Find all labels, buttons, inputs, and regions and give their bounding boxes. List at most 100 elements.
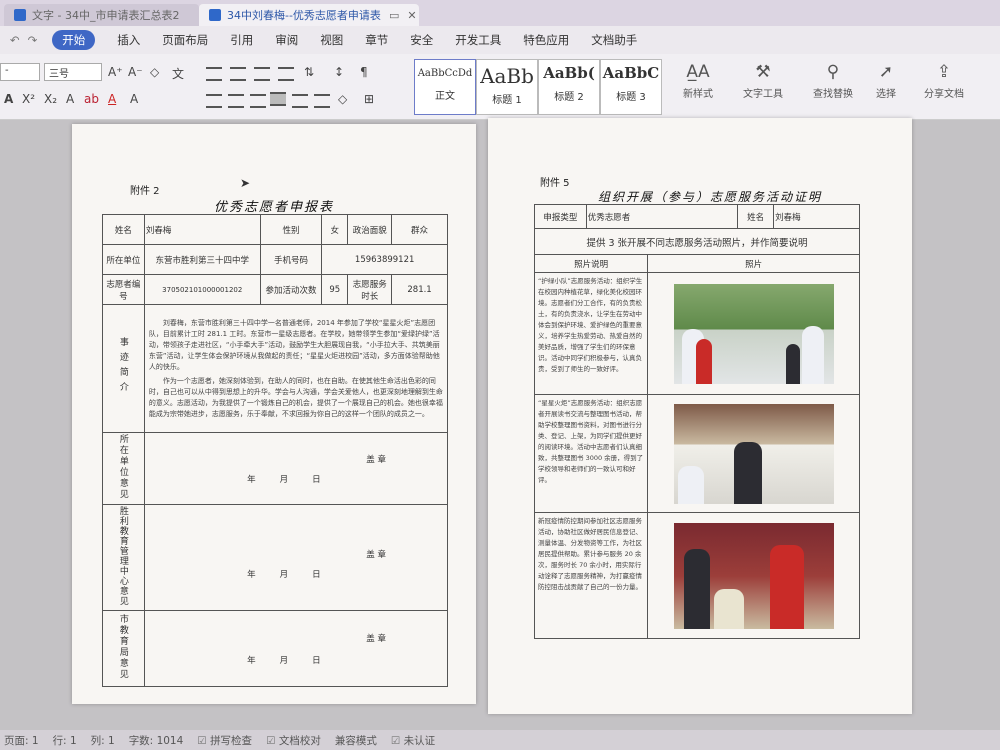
menu-dev-tools[interactable]: 开发工具: [455, 32, 501, 48]
tab-current-doc[interactable]: 34中刘春梅--优秀志愿者申请表 ▭ ✕: [199, 4, 419, 26]
bold-icon[interactable]: A: [4, 92, 13, 106]
show-marks-icon[interactable]: ¶: [360, 65, 368, 79]
menu-doc-assistant[interactable]: 文档助手: [591, 32, 637, 48]
status-col: 列: 1: [90, 734, 115, 747]
distributed-icon[interactable]: [292, 94, 308, 108]
superscript-icon[interactable]: X²: [22, 92, 35, 106]
unit-opinion-cell[interactable]: 盖 章 年月日: [143, 432, 449, 505]
photo-desc-3[interactable]: 新冠疫情防控期间参加社区志愿服务活动，协助社区做好居民信息登记、测量体温、分发物…: [533, 512, 649, 639]
char-shading-icon[interactable]: A: [130, 92, 138, 106]
shrink-font-icon[interactable]: A⁻: [128, 65, 143, 79]
font-color-icon[interactable]: A: [108, 92, 116, 106]
bullets-icon[interactable]: [206, 67, 222, 81]
politics-value[interactable]: 群众: [391, 214, 448, 245]
pinyin-icon[interactable]: 文: [172, 65, 184, 82]
grow-font-icon[interactable]: A⁺: [108, 65, 123, 79]
page-left[interactable]: 附件 2 优秀志愿者申报表 ➤ 姓名 刘春梅 性别 女 政治面貌 群众 所在单位…: [72, 124, 476, 704]
decrease-indent-icon[interactable]: [254, 67, 270, 81]
share-doc-button[interactable]: ⇪ 分享文档: [916, 62, 972, 100]
gender-value[interactable]: 女: [321, 214, 349, 245]
date-text: 年月日: [247, 569, 345, 580]
style-normal[interactable]: AaBbCcDd 正文: [414, 59, 476, 115]
photo-desc-2[interactable]: “星星火炬”志愿服务活动：组织志愿者开展读书交流与整理图书活动，帮助学校整理图书…: [533, 394, 649, 513]
menu-start[interactable]: 开始: [52, 30, 96, 50]
menu-reference[interactable]: 引用: [230, 32, 253, 48]
tab-close-icon[interactable]: ✕: [407, 9, 416, 22]
volunteer-id-value[interactable]: 370502101000001202: [143, 274, 261, 305]
menu-layout[interactable]: 页面布局: [162, 32, 208, 48]
tab-window-icon[interactable]: ▭: [389, 9, 399, 22]
photo-books[interactable]: [673, 403, 834, 504]
borders-icon[interactable]: ⊞: [364, 92, 374, 106]
find-replace-button[interactable]: ⚲ 查找替换: [804, 62, 862, 100]
font-name-select[interactable]: -: [0, 63, 40, 81]
select-button[interactable]: ➚ 选择: [866, 62, 906, 100]
tab-summary-doc[interactable]: 文字 - 34中_市申请表汇总表2: [4, 4, 199, 26]
photo-cell-1[interactable]: [647, 272, 860, 395]
name-value[interactable]: 刘春梅: [143, 214, 261, 245]
align-right-icon[interactable]: [250, 94, 266, 108]
certification-status[interactable]: 未认证: [391, 733, 436, 748]
document-icon: [14, 9, 26, 21]
menu-undo-icon[interactable]: ↶: [10, 33, 20, 47]
new-style-button[interactable]: A̲A 新样式: [672, 62, 724, 100]
increase-indent-icon[interactable]: [278, 67, 294, 81]
text-tools-button[interactable]: ⚒ 文字工具: [734, 62, 792, 100]
phone-value[interactable]: 15963899121: [321, 244, 448, 275]
photo-cell-2[interactable]: [647, 394, 860, 513]
bio-text[interactable]: 刘春梅，东营市胜利第三十四中学一名普通老师，2014 年参加了学校“星星火炬”志…: [143, 304, 449, 433]
document-workspace[interactable]: 附件 2 优秀志愿者申报表 ➤ 姓名 刘春梅 性别 女 政治面貌 群众 所在单位…: [0, 118, 1000, 730]
photo-desc-1[interactable]: “护绿小队”志愿服务活动：组织学生在校园内种植花草，绿化美化校园环境。志愿者们分…: [533, 272, 649, 395]
cursor-icon: ➚: [878, 62, 894, 82]
photo-community[interactable]: [673, 522, 834, 629]
style-heading-2[interactable]: AaBb( 标题 2: [538, 59, 600, 115]
activity-count-value[interactable]: 95: [321, 274, 349, 305]
photo-planting[interactable]: [673, 283, 834, 384]
menu-redo-icon[interactable]: ↷: [28, 33, 38, 47]
status-page[interactable]: 页面: 1: [4, 733, 39, 748]
style-heading-3[interactable]: AaBbC 标题 3: [600, 59, 662, 115]
menu-view[interactable]: 视图: [320, 32, 343, 48]
politics-label: 政治面貌: [347, 214, 393, 245]
seal-text: 盖 章: [366, 633, 386, 644]
name-label: 姓名: [102, 214, 145, 245]
menu-insert[interactable]: 插入: [117, 32, 140, 48]
edu-opinion-label: 胜利教育管理中心意见: [117, 506, 128, 606]
mouse-cursor-icon: ➤: [240, 176, 251, 190]
para-sort-icon[interactable]: ↕: [334, 65, 344, 79]
compat-mode: 兼容模式: [334, 734, 377, 747]
menu-features[interactable]: 特色应用: [523, 32, 569, 48]
style-heading-1[interactable]: AaBb 标题 1: [476, 59, 538, 115]
style-label: 标题 1: [492, 95, 522, 106]
align-justify-icon[interactable]: [270, 92, 286, 106]
type-value[interactable]: 优秀志愿者: [585, 204, 739, 229]
menu-section[interactable]: 章节: [365, 32, 388, 48]
align-left-icon[interactable]: [206, 94, 222, 108]
name-value[interactable]: 刘春梅: [773, 204, 860, 229]
photo-cell-3[interactable]: [647, 512, 860, 639]
text-direction-icon[interactable]: ⇅: [304, 65, 314, 79]
style-label: 正文: [435, 91, 455, 102]
unit-value[interactable]: 东营市胜利第三十四中学: [143, 244, 261, 275]
subscript-icon[interactable]: X₂: [44, 92, 57, 106]
highlight-icon[interactable]: ab: [84, 92, 99, 106]
city-opinion-cell[interactable]: 盖 章 年月日: [143, 610, 449, 687]
menu-review[interactable]: 审阅: [275, 32, 298, 48]
align-center-icon[interactable]: [228, 94, 244, 108]
service-hours-value[interactable]: 281.1: [391, 274, 448, 305]
application-form: 姓名 刘春梅 性别 女 政治面貌 群众 所在单位 东营市胜利第三十四中学 手机号…: [102, 214, 449, 687]
seal-text: 盖 章: [366, 454, 386, 465]
page-right[interactable]: 附件 5 组织开展（参与）志愿服务活动证明 申报类型 优秀志愿者 姓名 刘春梅 …: [488, 118, 912, 714]
form-title: 优秀志愿者申报表: [214, 200, 335, 215]
shading-icon[interactable]: ◇: [338, 92, 347, 106]
text-effect-icon[interactable]: A: [66, 92, 74, 106]
status-word-count[interactable]: 字数: 1014: [129, 733, 184, 748]
doc-proof-toggle[interactable]: 文档校对: [266, 733, 321, 748]
menu-security[interactable]: 安全: [410, 32, 433, 48]
spell-check-toggle[interactable]: 拼写检查: [197, 733, 252, 748]
clear-format-icon[interactable]: ◇: [150, 65, 159, 79]
edu-opinion-cell[interactable]: 盖 章 年月日: [143, 504, 449, 611]
line-spacing-icon[interactable]: [314, 94, 330, 108]
font-size-select[interactable]: 三号: [44, 63, 102, 81]
numbering-icon[interactable]: [230, 67, 246, 81]
